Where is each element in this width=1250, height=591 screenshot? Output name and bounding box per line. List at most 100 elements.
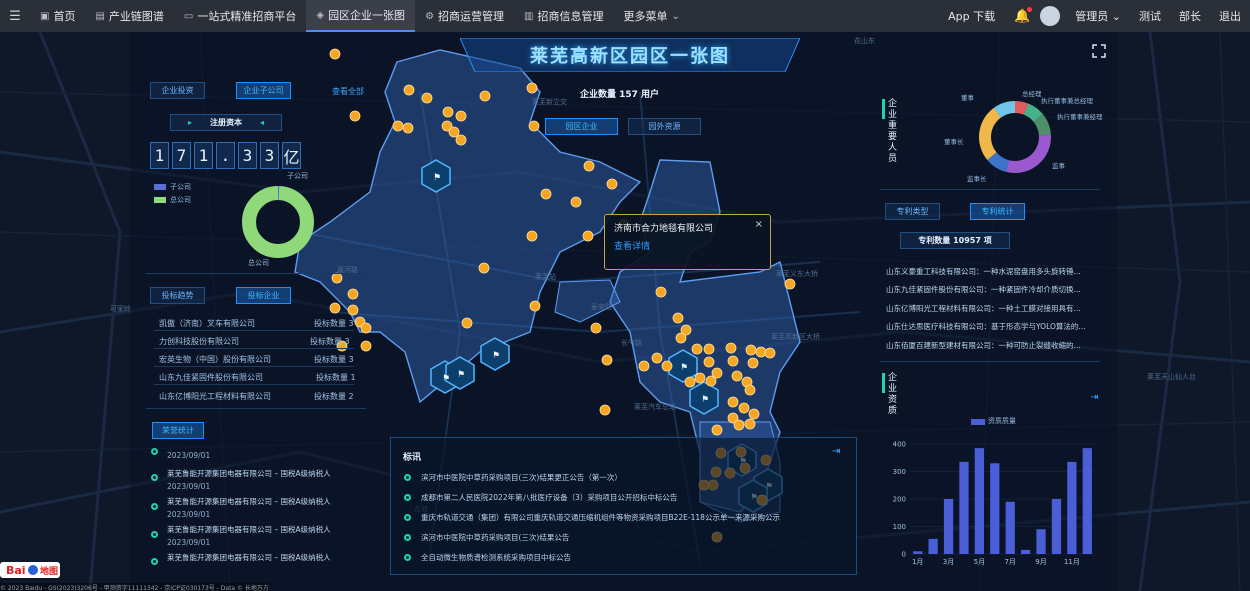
bid-company-count: 投标数量 3 [314, 355, 354, 364]
tab-bid-trend[interactable]: 投标趋势 [150, 287, 205, 304]
avatar[interactable] [1040, 6, 1061, 26]
bell-icon[interactable]: 🔔 [1004, 6, 1040, 24]
bar[interactable] [959, 461, 969, 554]
home-icon: ▣ [40, 10, 50, 22]
bar[interactable] [1036, 529, 1046, 554]
patent-item[interactable]: 山东仕达思医疗科技有限公司：基于形态学与YOLO算法的... [886, 321, 1086, 332]
patent-item[interactable]: 山东九佳紧固件股份有限公司：一种紧固件冷却介质切换... [886, 284, 1081, 295]
x-tick-label: 3月 [943, 558, 954, 566]
y-tick-label: 200 [893, 496, 906, 504]
bar[interactable] [1051, 499, 1062, 554]
svg-text:⚑: ⚑ [492, 351, 500, 361]
bid-info-title: 标讯 [403, 453, 422, 463]
bar[interactable] [928, 538, 938, 554]
close-icon[interactable]: × [755, 219, 763, 230]
bar[interactable] [1067, 461, 1077, 554]
logout-link[interactable]: 退出 [1210, 8, 1250, 24]
nav-item-more[interactable]: 更多菜单 ⌄ [613, 0, 689, 32]
app-download-link[interactable]: App 下载 [939, 8, 1004, 24]
map-label: 长勺路 [621, 339, 642, 347]
chevron-down-icon: ⌄ [671, 10, 680, 22]
external-resource-button[interactable]: 园外资源 [628, 118, 701, 135]
donut-segment-headquarters [242, 186, 314, 258]
tab-enterprise-subsidiary[interactable]: 企业子公司 [236, 82, 291, 99]
popup-company-name: 济南市合力地毯有限公司 [614, 224, 714, 234]
nav-label: 更多菜单 [623, 10, 668, 23]
bar[interactable] [1021, 549, 1031, 554]
patent-item[interactable]: 山东佰厦百建新型建材有限公司：一种可防止裂缝收缩的... [886, 340, 1081, 351]
view-details-link[interactable]: 查看详情 [614, 239, 650, 252]
view-all-link[interactable]: 查看全部 [332, 86, 364, 97]
legend-swatch-subsidiary [154, 184, 166, 190]
map-label: 莱芜天山仙人台 [1147, 373, 1196, 381]
personnel-label: 董事 [961, 94, 974, 102]
bid-company-name[interactable]: 力创科技股份有限公司 [159, 336, 239, 347]
chevron-left-icon: ▸ [187, 118, 192, 127]
bid-company-name[interactable]: 山东九佳紧固件股份有限公司 [159, 372, 263, 383]
bid-item[interactable]: 全自动微生物质谱检测系统采购项目中标公告 [421, 552, 571, 563]
user-role-dropdown[interactable]: 管理员 ⌄ [1066, 8, 1130, 24]
resource-bar-chart[interactable]: 0 100 200 300 400 1月 3月 5月 7月 9月 11月 [880, 432, 1100, 572]
nav-item-info[interactable]: ▥ 招商信息管理 [514, 0, 613, 32]
tab-enterprise-invest[interactable]: 企业投资 [150, 82, 205, 99]
bid-company-count: 投标数量 3 [310, 337, 350, 346]
svg-text:⚑: ⚑ [680, 363, 688, 373]
personnel-label: 监事 [1052, 162, 1065, 170]
bar[interactable] [974, 448, 984, 554]
tab-patent-stats[interactable]: 专利统计 [970, 203, 1025, 220]
x-tick-label: 11月 [1064, 558, 1080, 566]
chevron-down-icon: ⌄ [1111, 10, 1121, 23]
bid-item[interactable]: 成都市第二人民医院2022年第八批医疗设备（3）采购项目公开招标中标公告 [421, 492, 677, 503]
x-tick-label: 7月 [1004, 558, 1015, 566]
operate-icon: ⚙ [425, 10, 435, 22]
bar[interactable] [913, 551, 923, 554]
bid-item[interactable]: 滨河市中医院中草药采购项目(三次)结果更正公告（第一次） [421, 472, 622, 483]
nav-item-home[interactable]: ▣ 首页 [30, 0, 85, 32]
y-tick-label: 0 [902, 551, 906, 559]
arrow-right-icon[interactable]: ⇥ [1090, 392, 1098, 403]
patent-item[interactable]: 山东义豪重工科技有限公司：一种水泥窑盘用多头旋转锤... [886, 266, 1081, 277]
row-divider [154, 330, 354, 331]
svg-text:⚑: ⚑ [433, 173, 441, 183]
link-minister[interactable]: 部长 [1170, 8, 1210, 24]
bid-item[interactable]: 滨河市中医院中草药采购项目(三次)结果公告 [421, 532, 569, 543]
svg-text:⚑: ⚑ [701, 395, 709, 405]
bid-company-name[interactable]: 凯傲（济南）叉车有限公司 [159, 318, 255, 329]
bid-company-name[interactable]: 宏英生物（中国）股份有限公司 [159, 354, 271, 365]
honor-text: 莱芜鲁能开源集团电器有限公司 – 国税A级纳税人 [167, 553, 331, 562]
personnel-label: 监事长 [967, 175, 987, 183]
park-company-button[interactable]: 园区企业 [545, 118, 618, 135]
svg-text:⚑: ⚑ [442, 374, 450, 384]
bid-company-count: 投标数量 1 [316, 373, 356, 382]
tab-patent-type[interactable]: 专利类型 [885, 203, 940, 220]
personnel-slice[interactable] [1006, 134, 1051, 173]
nav-item-platform[interactable]: ▭ 一站式精准招商平台 [174, 0, 306, 32]
nav-label: 招商信息管理 [537, 10, 604, 23]
bar[interactable] [1005, 501, 1015, 554]
bar[interactable] [943, 499, 954, 554]
link-test[interactable]: 测试 [1130, 8, 1170, 24]
chevron-right-icon: ◂ [260, 118, 265, 127]
bid-company-name[interactable]: 山东亿博阳光工程材料有限公司 [159, 391, 271, 402]
fullscreen-icon[interactable] [1092, 44, 1106, 58]
tab-bid-companies[interactable]: 投标企业 [236, 287, 291, 304]
bar[interactable] [1082, 448, 1092, 554]
honor-bullet [151, 448, 158, 455]
y-tick-label: 300 [893, 468, 906, 476]
bid-item[interactable]: 重庆市轨道交通（集团）有限公司重庆轨道交通压缩机组件等物资采购项目B22E-11… [421, 512, 780, 523]
capital-digit: 1 [150, 142, 169, 169]
legend-label: 资质质量 [988, 417, 1016, 425]
patent-item[interactable]: 山东亿博阳光工程材料有限公司：一种土工膜对接用具有... [886, 303, 1081, 314]
bar[interactable] [990, 463, 1000, 554]
arrow-right-icon[interactable]: ⇥ [832, 446, 840, 457]
hamburger-menu-icon[interactable]: ☰ [0, 9, 30, 24]
nav-item-operations[interactable]: ⚙ 招商运营管理 [415, 0, 514, 32]
personnel-slice[interactable] [979, 107, 1001, 160]
nav-label: 首页 [53, 10, 76, 23]
nav-item-chain[interactable]: ▤ 产业链图谱 [85, 0, 173, 32]
map-label: 莱芜站 [535, 273, 556, 281]
nav-item-park-map[interactable]: ◈ 园区企业一张图 [306, 0, 416, 32]
capital-digit: 7 [172, 142, 191, 169]
row-divider [154, 348, 354, 349]
subsidiary-donut-chart[interactable] [236, 180, 320, 264]
